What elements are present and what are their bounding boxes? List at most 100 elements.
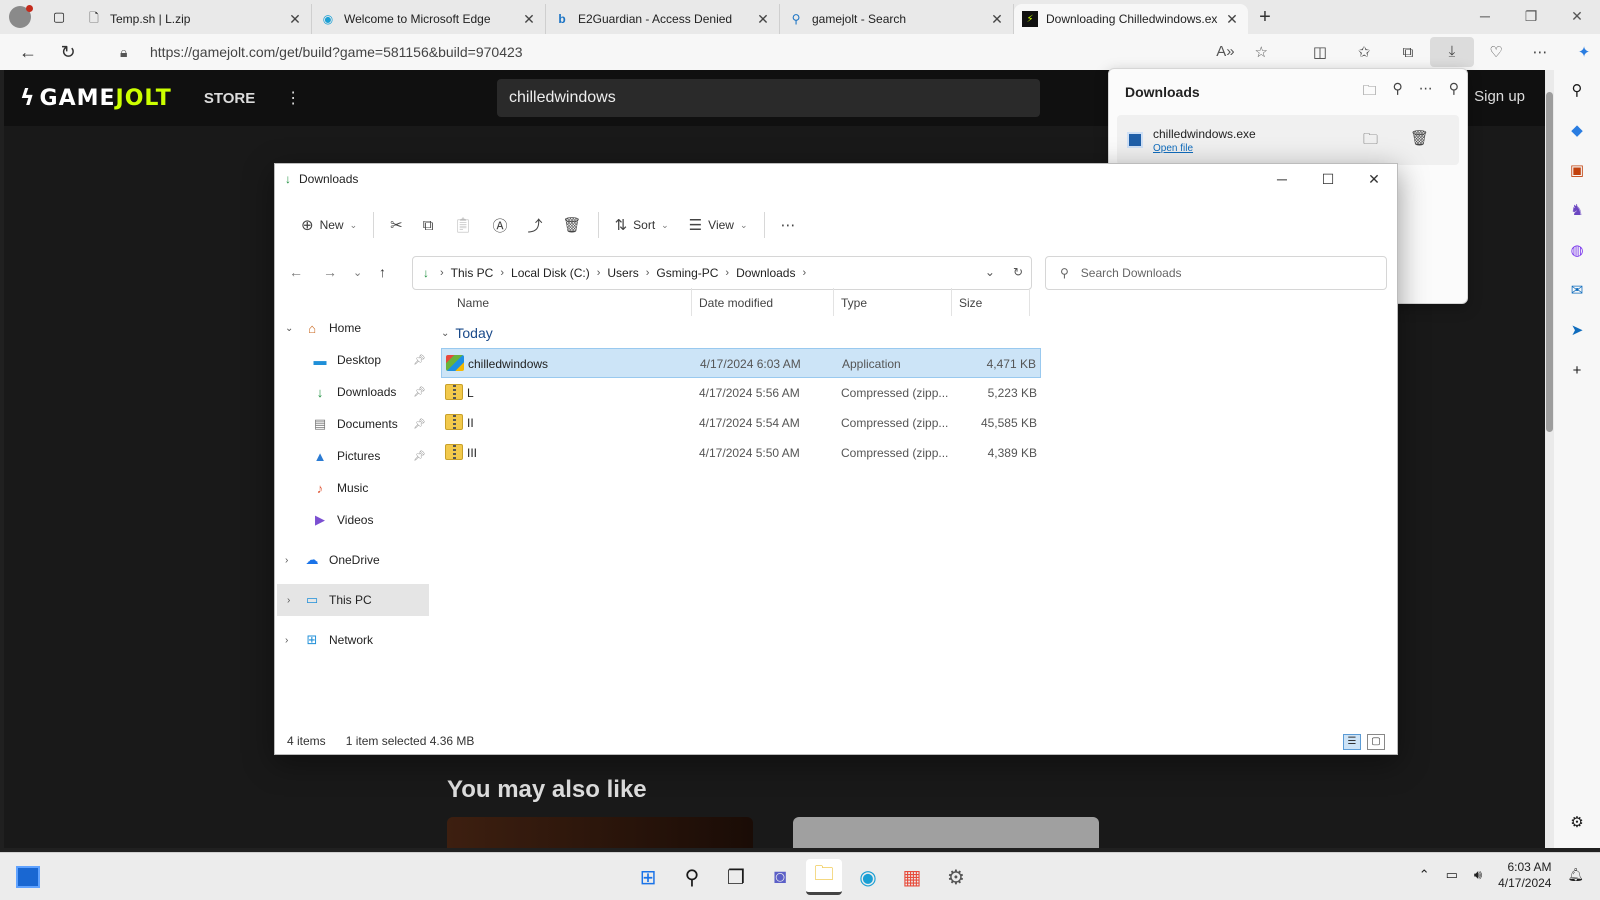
- scrollbar-thumb[interactable]: [1546, 92, 1553, 432]
- table-row[interactable]: chilledwindows 4/17/2024 6:03 AM Applica…: [441, 348, 1041, 378]
- column-header-date[interactable]: Date modified: [699, 296, 773, 310]
- nav-item-videos[interactable]: ▶ Videos: [275, 504, 435, 536]
- refresh-icon[interactable]: ↻: [1013, 265, 1023, 279]
- cut-button[interactable]: ✂: [380, 209, 413, 241]
- settings-icon[interactable]: ⚙: [938, 859, 974, 895]
- recent-locations-icon[interactable]: ⌄: [353, 266, 362, 279]
- clock[interactable]: 6:03 AM 4/17/2024: [1498, 859, 1551, 891]
- split-screen-icon[interactable]: ◫: [1298, 43, 1342, 61]
- signup-link[interactable]: Sign up: [1474, 88, 1525, 105]
- nav-item-downloads[interactable]: ↓ Downloads 📌︎: [275, 376, 435, 408]
- details-view-icon[interactable]: ☰: [1343, 734, 1361, 750]
- profile-button[interactable]: [0, 0, 40, 34]
- nav-item-desktop[interactable]: ▬ Desktop 📌︎: [275, 344, 435, 376]
- delete-icon[interactable]: 🗑: [1410, 129, 1429, 147]
- tab-close-icon[interactable]: ✕: [755, 11, 771, 28]
- tab-welcome-edge[interactable]: ◉ Welcome to Microsoft Edge ✕: [312, 4, 546, 34]
- sort-button[interactable]: ⇅ Sort ⌄: [605, 209, 679, 241]
- tab-downloading-chilledwindows[interactable]: ⚡ Downloading Chilledwindows.ex ✕: [1014, 4, 1248, 34]
- collections-icon[interactable]: ⧉: [1386, 44, 1430, 61]
- new-tab-button[interactable]: +: [1248, 6, 1282, 29]
- column-header-size[interactable]: Size: [959, 296, 982, 310]
- tab-actions-button[interactable]: ▢: [40, 0, 78, 34]
- view-button[interactable]: ☰ View ⌄: [679, 209, 758, 241]
- close-button[interactable]: ✕: [1351, 164, 1397, 194]
- back-button[interactable]: ←: [8, 34, 48, 70]
- address-bar[interactable]: 🔒︎ https://gamejolt.com/get/build?game=5…: [104, 37, 1284, 67]
- sidebar-settings-icon[interactable]: ⚙: [1554, 802, 1600, 842]
- sidebar-outlook-icon[interactable]: ✉: [1554, 270, 1600, 310]
- display-icon[interactable]: ▭: [1446, 867, 1458, 883]
- column-header-type[interactable]: Type: [841, 296, 867, 310]
- group-header-today[interactable]: ⌄ Today: [441, 318, 1041, 348]
- tab-close-icon[interactable]: ✕: [287, 11, 303, 28]
- sidebar-send-icon[interactable]: ➤: [1554, 310, 1600, 350]
- minimize-button[interactable]: ─: [1462, 0, 1508, 32]
- maximize-button[interactable]: ☐: [1305, 164, 1351, 194]
- nav-item-this-pc[interactable]: › ▭ This PC: [277, 584, 429, 616]
- edge-icon[interactable]: ◉: [850, 859, 886, 895]
- sidebar-microsoft365-icon[interactable]: ◍: [1554, 230, 1600, 270]
- search-icon[interactable]: ⚲: [1392, 80, 1402, 104]
- tiles-view-icon[interactable]: ▢: [1367, 734, 1385, 750]
- page-scrollbar[interactable]: [1545, 70, 1554, 848]
- network-volume-icon[interactable]: 🔊︎: [1474, 867, 1482, 883]
- open-file-link[interactable]: Open file: [1153, 143, 1256, 154]
- rename-button[interactable]: Ⓐ: [482, 209, 517, 241]
- chevron-right-icon[interactable]: ›: [285, 555, 288, 566]
- nav-item-pictures[interactable]: ▲ Pictures 📌︎: [275, 440, 435, 472]
- more-menu-icon[interactable]: ⋯: [1518, 43, 1562, 61]
- share-button[interactable]: ⤴: [518, 209, 553, 241]
- search-icon[interactable]: ⚲: [674, 859, 710, 895]
- search-input[interactable]: ⚲ Search Downloads: [1045, 256, 1387, 290]
- forward-arrow-icon[interactable]: →: [323, 264, 337, 280]
- nav-item-onedrive[interactable]: › ☁ OneDrive: [275, 544, 435, 576]
- task-view-icon[interactable]: ❐: [718, 859, 754, 895]
- game-thumbnail[interactable]: [447, 817, 753, 848]
- nav-item-documents[interactable]: ▤ Documents 📌︎: [275, 408, 435, 440]
- breadcrumb-local-disk[interactable]: Local Disk (C:): [511, 266, 590, 280]
- restore-button[interactable]: ❐: [1508, 0, 1554, 32]
- sidebar-tools-icon[interactable]: ▣: [1554, 150, 1600, 190]
- table-row[interactable]: III 4/17/2024 5:50 AM Compressed (zipp..…: [441, 438, 1041, 468]
- nav-item-music[interactable]: ♪ Music: [275, 472, 435, 504]
- file-explorer-icon[interactable]: 🗀: [806, 859, 842, 895]
- tab-close-icon[interactable]: ✕: [989, 11, 1005, 28]
- table-row[interactable]: II 4/17/2024 5:54 AM Compressed (zipp...…: [441, 408, 1041, 438]
- lock-icon[interactable]: 🔒︎: [120, 44, 140, 61]
- downloads-button[interactable]: ⤓: [1430, 37, 1474, 67]
- back-arrow-icon[interactable]: ←: [289, 264, 303, 280]
- refresh-button[interactable]: ↻: [48, 34, 88, 70]
- show-in-folder-icon[interactable]: 🗀: [1363, 129, 1378, 154]
- read-aloud-icon[interactable]: A»: [1216, 43, 1234, 61]
- close-button[interactable]: ✕: [1554, 0, 1600, 32]
- pin-icon[interactable]: 📌︎: [413, 451, 426, 462]
- site-menu-icon[interactable]: ⋮: [285, 88, 301, 108]
- new-button[interactable]: ⊕ New ⌄: [291, 209, 367, 241]
- minimize-button[interactable]: ─: [1259, 164, 1305, 194]
- browser-essentials-icon[interactable]: ♡: [1474, 43, 1518, 61]
- download-item[interactable]: chilledwindows.exe Open file 🗀 🗑: [1117, 115, 1459, 165]
- copy-button[interactable]: ⧉: [413, 209, 444, 241]
- delete-button[interactable]: 🗑: [553, 209, 592, 241]
- tab-temp-sh[interactable]: 🗋 Temp.sh | L.zip ✕: [78, 4, 312, 34]
- up-arrow-icon[interactable]: ↑: [379, 264, 386, 280]
- favorite-star-icon[interactable]: ☆: [1255, 43, 1268, 61]
- pin-icon[interactable]: 📌︎: [413, 387, 426, 398]
- nav-item-network[interactable]: › ⊞ Network: [275, 624, 435, 656]
- breadcrumb-users[interactable]: Users: [607, 266, 638, 280]
- sidebar-add-icon[interactable]: +: [1554, 350, 1600, 390]
- tab-close-icon[interactable]: ✕: [1224, 11, 1240, 28]
- more-options-icon[interactable]: ⋯: [1419, 80, 1433, 104]
- chevron-down-icon[interactable]: ⌄: [285, 323, 293, 334]
- game-thumbnail[interactable]: [793, 817, 1099, 848]
- breadcrumb-this-pc[interactable]: This PC: [451, 266, 494, 280]
- store-link[interactable]: STORE: [204, 90, 255, 107]
- nav-item-home[interactable]: ⌄ ⌂ Home: [275, 312, 435, 344]
- more-options-button[interactable]: ⋯: [771, 209, 806, 241]
- breadcrumb-user[interactable]: Gsming-PC: [656, 266, 718, 280]
- teams-icon[interactable]: ◙: [762, 859, 798, 895]
- store-icon[interactable]: ▦: [894, 859, 930, 895]
- pin-icon[interactable]: 📌︎: [413, 355, 426, 366]
- pin-icon[interactable]: 📌︎: [413, 419, 426, 430]
